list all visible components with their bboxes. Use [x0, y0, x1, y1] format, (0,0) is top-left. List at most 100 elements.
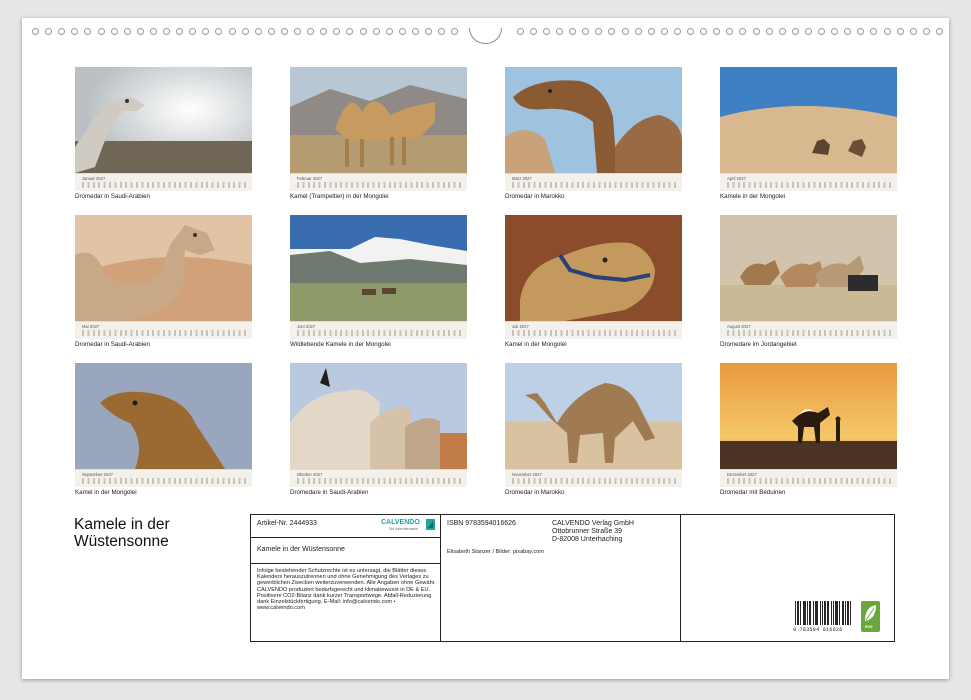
binding-hole: [372, 28, 380, 35]
photo-caption: Dromedar in Saudi-Arabien: [75, 193, 150, 200]
month-grid: Oktober 2027: [290, 469, 467, 487]
binding-hole: [163, 28, 170, 35]
binding-hole: [896, 28, 904, 35]
binding-hole: [935, 28, 943, 35]
binding-hole: [307, 28, 315, 35]
barcode-bar: [800, 601, 801, 625]
barcode-bar: [836, 601, 837, 625]
binding-hole: [320, 28, 328, 35]
info-column-barcode: 9 783594 016626 eco: [681, 515, 893, 641]
binding-hole: [110, 28, 118, 35]
barcode-bar: [843, 601, 844, 625]
binding-hole: [97, 28, 105, 35]
photo-caption: Kamel in der Mongolei: [75, 489, 137, 496]
binding-hole: [647, 28, 655, 35]
binding-hole: [202, 28, 210, 35]
binding-hole: [176, 28, 184, 35]
month-label: Oktober 2027: [297, 472, 323, 477]
month-thumbnail-maerz: März 2027 Dromedar in Marokko: [505, 67, 682, 200]
month-label: Juni 2027: [297, 324, 316, 329]
binding-hole: [608, 28, 616, 35]
camel-photo: [75, 363, 252, 469]
binding-hole: [556, 28, 563, 35]
binding-hole: [228, 28, 236, 35]
month-label: August 2027: [727, 324, 751, 329]
barcode-bar: [795, 601, 796, 625]
month-grid: April 2027: [720, 173, 897, 191]
binding-hole: [542, 28, 550, 35]
month-label: Januar 2027: [82, 176, 106, 181]
binding-hole: [831, 28, 839, 35]
binding-hole: [215, 28, 223, 35]
barcode-bar: [845, 601, 846, 625]
month-grid: Mai 2027: [75, 321, 252, 339]
binding-hole: [58, 28, 66, 35]
binding-hole: [438, 28, 446, 35]
month-grid: Februar 2027: [290, 173, 467, 191]
binding-hole: [84, 28, 92, 35]
binding-hole: [346, 28, 354, 35]
month-thumbnail-mai: Mai 2027 Dromedar in Saudi-Arabien: [75, 215, 252, 348]
month-label: Mai 2027: [82, 324, 100, 329]
photo-caption: Dromedare im Jordangebiet: [720, 341, 797, 348]
barcode-bar: [805, 601, 806, 625]
barcode-bar: [807, 601, 808, 625]
barcode-bar: [797, 601, 798, 625]
binding-hole: [673, 28, 681, 35]
barcode-bar: [798, 601, 799, 625]
barcode-bar: [831, 601, 832, 625]
barcode-bar: [847, 601, 848, 625]
month-grid: März 2027: [505, 173, 682, 191]
month-label: November 2027: [512, 472, 542, 477]
binding-hole: [149, 28, 157, 35]
hanger-hook: [469, 28, 502, 44]
photo-caption: Dromedar in Marokko: [505, 193, 565, 200]
month-label: April 2027: [727, 176, 746, 181]
barcode-bar: [824, 601, 825, 625]
binding-hole: [294, 28, 301, 35]
binding-hole: [359, 28, 367, 35]
camel-photo: [505, 215, 682, 321]
photo-caption: Dromedar mit Beduinen: [720, 489, 786, 496]
camel-photo: [720, 67, 897, 173]
publisher-city: D-82008 Unterhaching: [552, 536, 623, 543]
photo-caption: Kamele in der Mongolei: [720, 193, 786, 200]
month-grid: Juni 2027: [290, 321, 467, 339]
binding-hole: [411, 28, 419, 35]
binding-hole: [45, 28, 53, 35]
photo-caption: Dromedar in Saudi-Arabien: [75, 341, 150, 348]
binding-hole: [529, 28, 537, 35]
binding-hole: [909, 28, 917, 35]
month-thumbnail-juni: Juni 2027 Wildlebende Kamele in der Mong…: [290, 215, 467, 348]
barcode-bar: [833, 601, 834, 625]
camel-photo: [290, 363, 467, 469]
binding-hole: [713, 28, 721, 35]
product-info-box: Artikel-Nr. 2444933 CALVENDO Die Kalende…: [250, 514, 895, 642]
camel-photo: [290, 215, 467, 321]
binding-hole: [595, 28, 603, 35]
barcode-bar: [835, 601, 836, 625]
binding-hole: [280, 28, 288, 35]
barcode-bar: [820, 601, 821, 625]
camel-photo: [75, 67, 252, 173]
spiral-binding: [22, 24, 949, 44]
barcode-bar: [848, 601, 849, 625]
binding-hole: [778, 28, 786, 35]
month-label: März 2027: [512, 176, 532, 181]
binding-hole: [765, 28, 773, 35]
month-thumbnail-februar: Februar 2027 Kamel (Trampeltier) in der …: [290, 67, 467, 200]
binding-hole: [791, 28, 799, 35]
month-grid: Juli 2027: [505, 321, 682, 339]
barcode-bar: [809, 601, 810, 625]
brand-tagline: Die Kalendermarke: [389, 527, 419, 531]
month-label: September 2027: [82, 472, 113, 477]
month-label: Juli 2027: [512, 324, 529, 329]
photo-caption: Dromedar in Marokko: [505, 489, 565, 496]
camel-photo: [505, 363, 682, 469]
month-thumbnail-juli: Juli 2027 Kamel in der Mongolei: [505, 215, 682, 348]
month-thumbnail-april: April 2027 Kamele in der Mongolei: [720, 67, 897, 200]
barcode-bar: [815, 601, 816, 625]
barcode-bar: [837, 601, 838, 625]
calendar-back-page: Januar 2027 Dromedar in Saudi-Arabien Fe…: [22, 18, 949, 679]
camel-photo: [720, 215, 897, 321]
